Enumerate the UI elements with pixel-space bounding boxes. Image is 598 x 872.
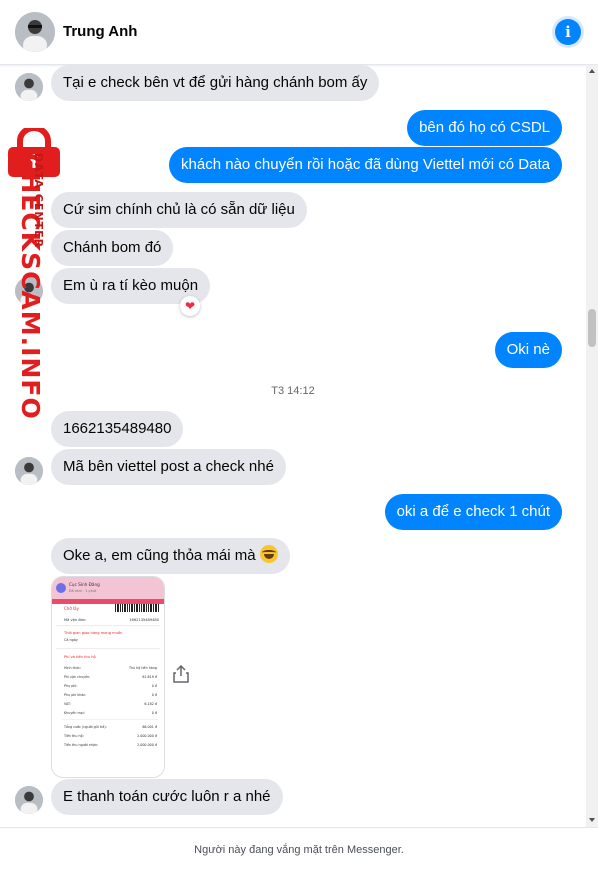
att-row-label: Hình thức: xyxy=(64,666,81,670)
att-row-value: 0 đ xyxy=(152,693,158,697)
att-row-label: Phụ phí: xyxy=(64,684,77,688)
message-bubble-incoming[interactable]: 1662135489480 xyxy=(51,411,184,447)
att-row-value: Thu hộ tiền hàng xyxy=(128,666,157,670)
scroll-down-icon[interactable] xyxy=(589,818,595,822)
att-delivery-title: Thời gian giao hàng mong muốn xyxy=(63,631,122,635)
message-timestamp: T3 14:12 xyxy=(271,385,315,397)
message-bubble-incoming[interactable]: Mã bên viettel post a check nhé xyxy=(51,449,286,485)
att-row-label: Phí vận chuyển: xyxy=(64,674,90,679)
message-bubble-incoming[interactable]: Oke a, em cũng thỏa mái mà xyxy=(51,538,290,574)
contact-avatar-small xyxy=(15,73,43,101)
message-bubble-incoming[interactable]: Chánh bom đó xyxy=(51,230,174,266)
conversation-header: Trung Anh i xyxy=(0,0,598,65)
att-row-label: Tổng cước (người gửi trả): xyxy=(63,724,107,729)
att-row-label: Tiền thu người nhận: xyxy=(63,743,98,747)
message-bubble-outgoing[interactable]: oki a để e check 1 chút xyxy=(384,494,562,530)
message-bubble-incoming[interactable]: E thanh toán cước luôn r a nhé xyxy=(51,779,283,815)
contact-avatar-small xyxy=(15,786,43,814)
heart-reaction-icon[interactable]: ❤ xyxy=(180,296,200,316)
att-status: Chờ lấy xyxy=(64,606,80,611)
att-row-value: 2.000.000 đ xyxy=(137,743,158,747)
att-row-value: 6.182 đ xyxy=(144,702,157,706)
message-bubble-incoming[interactable]: Tại e check bên vt để gửi hàng chánh bom… xyxy=(51,65,380,101)
att-row-value: 0 đ xyxy=(152,684,158,688)
att-row-value: 61.619 đ xyxy=(142,675,158,679)
att-sender-sub: Đã xem · 1 phút xyxy=(69,589,97,593)
away-status-notice: Người này đang vắng mặt trên Messenger. xyxy=(0,827,598,866)
message-bubble-incoming[interactable]: Cứ sim chính chủ là có sẵn dữ liệu xyxy=(51,192,307,228)
att-sender: Cục Sinh Đăng xyxy=(69,582,100,587)
contact-name[interactable]: Trung Anh xyxy=(63,23,137,40)
scroll-up-icon[interactable] xyxy=(589,69,595,73)
scrollbar[interactable] xyxy=(586,65,598,827)
message-bubble-outgoing[interactable]: khách nào chuyển rồi hoặc đã dùng Viette… xyxy=(169,147,562,183)
info-icon[interactable]: i xyxy=(555,19,581,45)
att-row-label: Khuyến mại: xyxy=(64,711,85,715)
message-bubble-outgoing[interactable]: Oki nè xyxy=(494,332,562,368)
message-bubble-outgoing[interactable]: bên đó họ có CSDL xyxy=(407,110,562,146)
contact-avatar-small xyxy=(15,277,43,305)
message-text: Oke a, em cũng thỏa mái mà xyxy=(63,547,256,564)
att-row-value: 2.000.000 đ xyxy=(137,734,158,738)
att-row-label: Phụ phí khác: xyxy=(64,693,86,697)
att-fee-title: Phí và tiền thu hộ xyxy=(64,655,96,659)
att-row-label: Tiền thu hộ: xyxy=(63,734,84,738)
att-row-value: 0 đ xyxy=(152,711,158,715)
att-code-label: Mã vận đơn: xyxy=(64,618,86,622)
laughing-emoji-icon xyxy=(259,545,278,563)
image-attachment[interactable]: Cục Sinh Đăng Đã xem · 1 phút Chờ lấy Mã… xyxy=(51,576,165,778)
att-row-value: 68.001 đ xyxy=(142,725,158,729)
scrollbar-thumb[interactable] xyxy=(588,309,596,347)
message-thread: Tại e check bên vt để gửi hàng chánh bom… xyxy=(0,65,586,827)
contact-avatar[interactable] xyxy=(15,12,55,52)
att-delivery-value: Cả ngày xyxy=(64,638,78,642)
att-code: 1662135489480 xyxy=(129,618,159,622)
share-icon[interactable] xyxy=(173,664,189,683)
contact-avatar-small xyxy=(15,457,43,485)
att-row-label: VAT: xyxy=(64,702,71,706)
